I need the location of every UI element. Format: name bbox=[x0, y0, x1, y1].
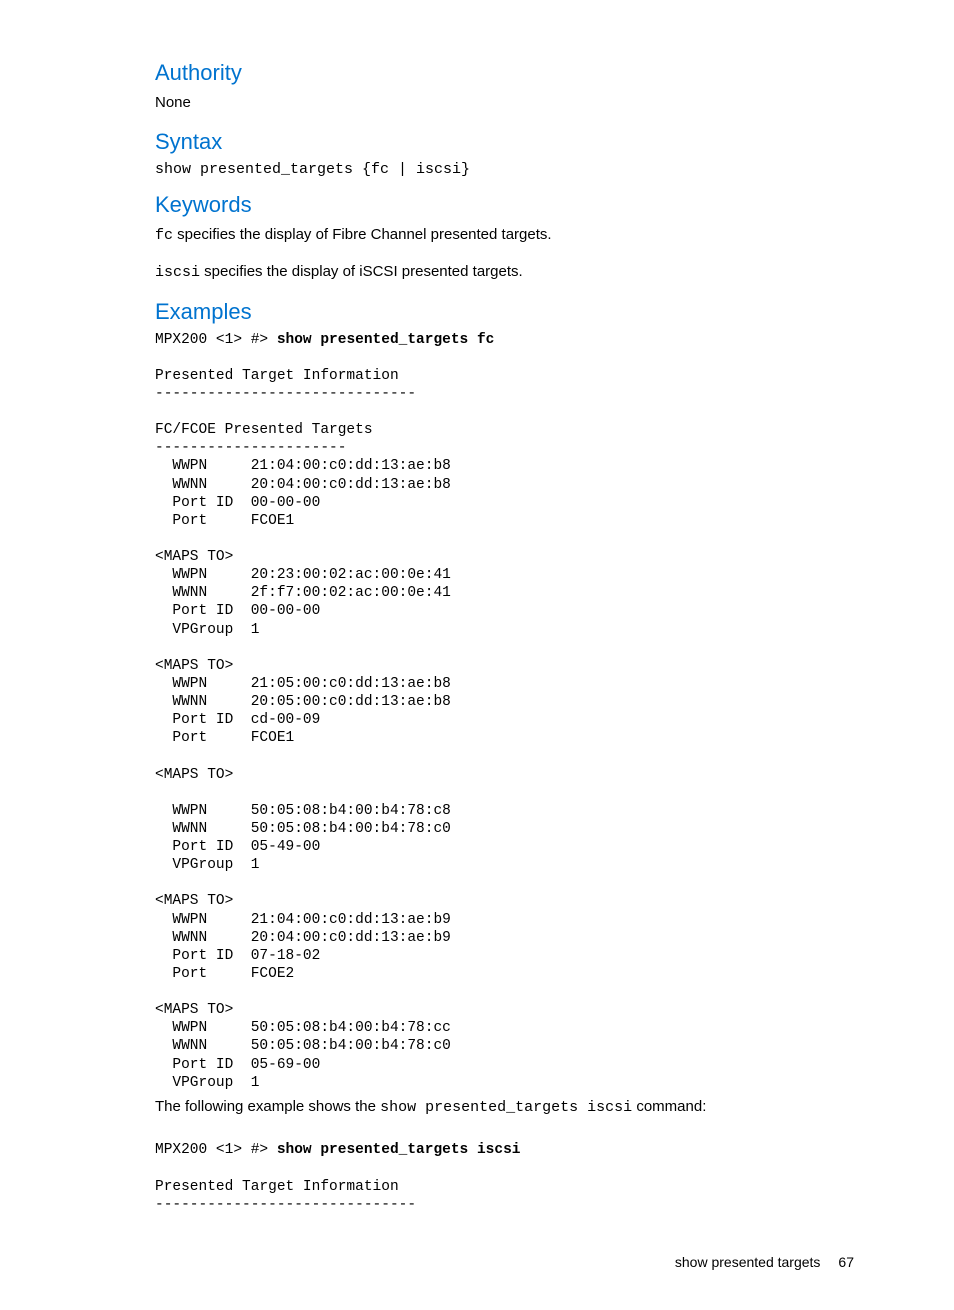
mid-text-post: command: bbox=[632, 1098, 706, 1115]
keywords-fc-mono: fc bbox=[155, 227, 173, 244]
example1-cmdline: MPX200 <1> #> show presented_targets fc bbox=[155, 331, 854, 349]
page-footer: show presented targets 67 bbox=[155, 1254, 854, 1270]
example1-prompt: MPX200 <1> #> bbox=[155, 332, 277, 348]
keywords-iscsi-rest: specifies the display of iSCSI presented… bbox=[200, 263, 523, 280]
example2-cmd: show presented_targets iscsi bbox=[277, 1142, 521, 1158]
mid-text-mono: show presented_targets iscsi bbox=[380, 1099, 632, 1116]
authority-text: None bbox=[155, 92, 854, 115]
syntax-heading: Syntax bbox=[155, 129, 854, 155]
keywords-heading: Keywords bbox=[155, 192, 854, 218]
footer-label: show presented targets bbox=[675, 1254, 821, 1270]
example2-prompt: MPX200 <1> #> bbox=[155, 1142, 277, 1158]
example2-spacer bbox=[155, 1159, 854, 1177]
keywords-fc-rest: specifies the display of Fibre Channel p… bbox=[173, 226, 552, 243]
mid-text-pre: The following example shows the bbox=[155, 1098, 380, 1115]
footer-page: 67 bbox=[838, 1254, 854, 1270]
authority-heading: Authority bbox=[155, 60, 854, 86]
example1-output: Presented Target Information -----------… bbox=[155, 367, 854, 1092]
example2-output: Presented Target Information -----------… bbox=[155, 1178, 854, 1214]
example2-cmdline: MPX200 <1> #> show presented_targets isc… bbox=[155, 1141, 854, 1159]
examples-heading: Examples bbox=[155, 299, 854, 325]
mid-text: The following example shows the show pre… bbox=[155, 1096, 854, 1120]
example1-spacer bbox=[155, 349, 854, 367]
keywords-fc-line: fc specifies the display of Fibre Channe… bbox=[155, 224, 854, 248]
example1-cmd: show presented_targets fc bbox=[277, 332, 495, 348]
keywords-iscsi-mono: iscsi bbox=[155, 264, 200, 281]
keywords-iscsi-line: iscsi specifies the display of iSCSI pre… bbox=[155, 261, 854, 285]
syntax-line: show presented_targets {fc | iscsi} bbox=[155, 161, 854, 178]
